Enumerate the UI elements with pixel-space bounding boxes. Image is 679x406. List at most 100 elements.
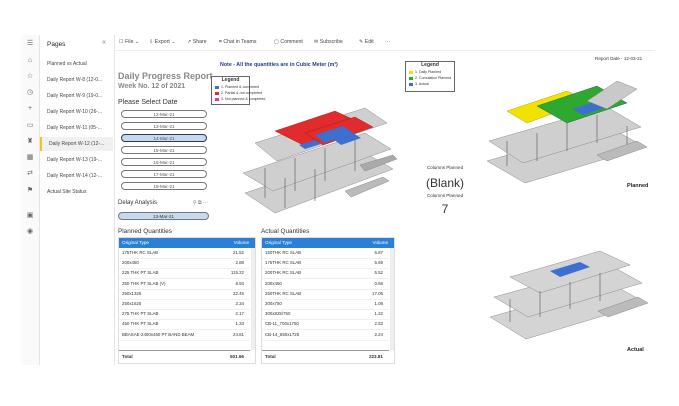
- page-tab[interactable]: Daily Report W-9 (19-0...: [40, 89, 113, 103]
- cell-original-type: 200x450: [265, 280, 282, 286]
- table-row[interactable]: CB-14_650x1725 2.24: [262, 330, 389, 341]
- column-original-type[interactable]: Original Type: [265, 238, 292, 248]
- cell-original-type: 250x1325: [122, 290, 142, 296]
- cell-volume: 2.88: [235, 260, 244, 266]
- page-tab[interactable]: Planned vs Actual: [40, 57, 113, 71]
- pages-header: Pages: [47, 41, 66, 48]
- goals-icon[interactable]: ♜: [25, 137, 35, 147]
- total-value: 501.66: [229, 354, 244, 359]
- cell-volume: 6.87: [374, 250, 383, 255]
- legend-label: 1. Daily Planned: [415, 70, 442, 74]
- cell-volume: 8.93: [235, 280, 244, 286]
- page-tab[interactable]: Daily Report W-14 (12-...: [40, 169, 113, 183]
- share-button[interactable]: ↗ Share: [187, 39, 207, 45]
- date-slicer-option[interactable]: 14-Mar-21: [121, 134, 207, 142]
- planned-quantities-title: Planned Quantities: [118, 228, 173, 235]
- page-tab[interactable]: Daily Report W-12 (12-...: [40, 137, 113, 151]
- table-header[interactable]: Original Type Volume: [262, 238, 394, 248]
- cell-volume: 17.05: [372, 290, 383, 296]
- delay-date-slicer[interactable]: 13-Mar-21: [118, 212, 209, 220]
- columns-planned-value: (Blank): [425, 176, 464, 190]
- date-slicer-option[interactable]: 15-Mar-21: [121, 146, 207, 154]
- cell-original-type: CB-11_700x1750: [265, 321, 299, 327]
- cell-volume: 1.08: [374, 301, 383, 306]
- planned-quantities-table[interactable]: Original Type Volume 175THK RC SLAB 21.52…: [118, 237, 256, 364]
- file-menu[interactable]: ☐ File ⌄: [119, 39, 139, 45]
- table-total-row: Total 223.81: [262, 350, 389, 362]
- cell-volume: 22.45: [233, 290, 244, 296]
- page-tab[interactable]: Daily Report W-13 (19-...: [40, 153, 113, 167]
- cell-original-type: 175THK RC SLAB: [122, 250, 159, 255]
- legend-label: 3. Not planned & completed: [221, 97, 266, 101]
- more-options-button[interactable]: ···: [385, 39, 390, 45]
- legend-label: 1. Planned & completed: [221, 85, 260, 89]
- chat-in-teams-button[interactable]: ⌗ Chat in Teams: [219, 39, 256, 46]
- home-icon[interactable]: ⌂: [25, 56, 35, 66]
- column-volume[interactable]: Volume: [234, 238, 249, 248]
- cell-volume: 1.22: [374, 311, 383, 317]
- shared-icon[interactable]: ⇄: [25, 169, 35, 179]
- nav-rail: ☰ ⌂ ☆ ◷ + ▭ ♜ ▦ ⇄ ⚑ ▣ ◉: [21, 35, 40, 365]
- cell-original-type: 250x1625: [122, 301, 142, 306]
- page-tab[interactable]: Daily Report W-11 (05-...: [40, 121, 113, 135]
- date-slicer-option[interactable]: 13-Mar-21: [121, 122, 207, 130]
- cell-original-type: 225 THK PT SLAB: [122, 270, 159, 276]
- cell-volume: 5.69: [374, 260, 383, 266]
- export-menu[interactable]: ⇩ Export ⌄: [149, 39, 176, 45]
- collapse-pages-icon[interactable]: «: [102, 39, 106, 46]
- create-icon[interactable]: +: [25, 104, 35, 114]
- hamburger-icon[interactable]: ☰: [25, 39, 35, 49]
- cell-original-type: 250 THK PT SLAB (V): [122, 280, 166, 286]
- comment-button[interactable]: ▢ Comment: [274, 39, 303, 45]
- legend-label: 2. Partial & not completed: [221, 91, 263, 95]
- table-total-row: Total 501.66: [119, 350, 250, 362]
- planned-legend: Legend 1. Daily Planned 2. Cumulative Pla…: [405, 61, 455, 92]
- select-date-label: Please Select Date: [118, 99, 178, 106]
- columns-planned-label-2: Columns Planned: [426, 193, 464, 198]
- actual-quantities-table[interactable]: Original Type Volume 150THK RC SLAB 6.87 1…: [261, 237, 395, 364]
- cell-volume: 2.17: [235, 311, 244, 317]
- apps-icon[interactable]: ▦: [25, 153, 35, 163]
- cell-volume: 2.24: [374, 331, 383, 337]
- column-original-type[interactable]: Original Type: [122, 238, 149, 248]
- total-value: 223.81: [368, 354, 383, 359]
- column-volume[interactable]: Volume: [373, 238, 388, 248]
- date-slicer-option[interactable]: 17-Mar-21: [121, 170, 207, 178]
- legend-item: 2. Partial & not completed: [215, 91, 262, 95]
- cell-original-type: 450 THK PT SLAB: [122, 321, 159, 327]
- favorites-icon[interactable]: ☆: [25, 72, 35, 82]
- legend-swatch: [409, 76, 413, 80]
- legend-item: 1. Daily Planned: [409, 70, 441, 74]
- table-scrollbar[interactable]: [251, 248, 255, 350]
- page-tab[interactable]: Actual Site Status: [40, 185, 113, 199]
- cell-volume: 2.53: [374, 321, 383, 327]
- date-slicer-option[interactable]: 12-Mar-21: [121, 110, 207, 118]
- report-title: Daily Progress Report: [118, 71, 213, 81]
- table-scrollbar[interactable]: [390, 248, 394, 350]
- status-legend: Legend 1. Planned & completed 2. Partial …: [211, 76, 265, 105]
- legend-title: Legend: [221, 77, 240, 83]
- recent-icon[interactable]: ◷: [25, 88, 35, 98]
- learn-icon[interactable]: ⚑: [25, 186, 35, 196]
- cell-original-type: 200THK RC SLAB: [265, 270, 302, 276]
- cell-original-type: 250THK RC SLAB: [265, 290, 302, 296]
- cell-volume: 2.34: [235, 301, 244, 306]
- page-tab[interactable]: Daily Report W-10 (26-...: [40, 105, 113, 119]
- subscribe-button[interactable]: ✉ Subscribe: [314, 39, 343, 45]
- legend-item: 3. Actual: [409, 82, 429, 86]
- cell-original-type: 175THK RC SLAB: [265, 260, 302, 266]
- table-header[interactable]: Original Type Volume: [119, 238, 255, 248]
- edit-button[interactable]: ✎ Edit: [359, 39, 374, 45]
- date-slicer-option[interactable]: 16-Mar-21: [121, 158, 207, 166]
- table-row[interactable]: BBASAE-2400x450 PT BAND BEAM 24.81: [119, 330, 250, 341]
- units-note: Note - All the quantities are in Cubic M…: [220, 62, 338, 68]
- datasets-icon[interactable]: ▭: [25, 121, 35, 131]
- date-slicer-option[interactable]: 18-Mar-21: [121, 182, 207, 190]
- visual-header-icons[interactable]: ⚲ ⧉ ···: [193, 200, 208, 206]
- cell-original-type: 300x750: [265, 301, 282, 306]
- page-tab[interactable]: Daily Report W-8 (12-0...: [40, 73, 113, 87]
- workspaces-icon[interactable]: ▣: [25, 211, 35, 221]
- cell-volume: 1.33: [235, 321, 244, 327]
- cell-original-type: 200x450: [122, 260, 139, 266]
- account-icon[interactable]: ◉: [25, 227, 35, 237]
